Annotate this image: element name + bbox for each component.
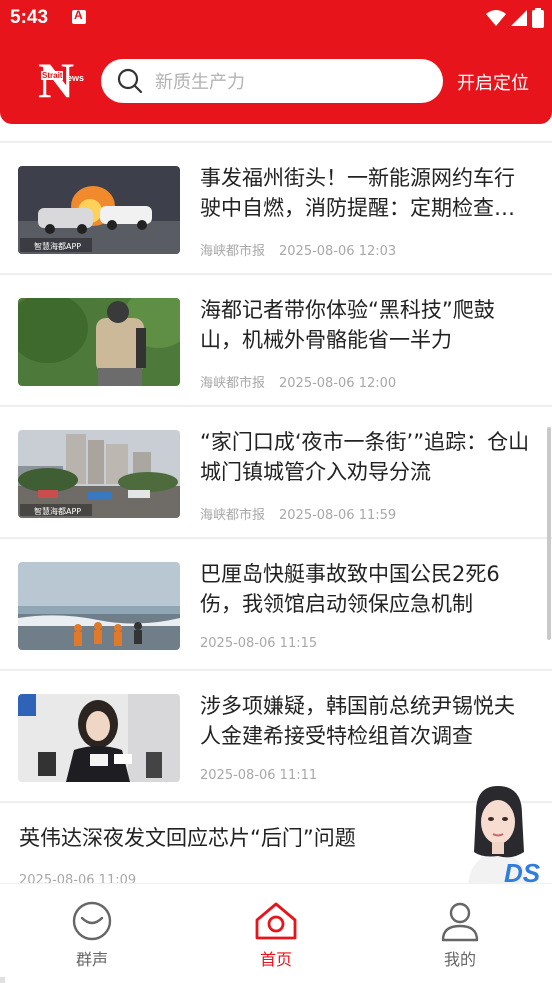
battery-icon: [532, 8, 544, 28]
news-title: 海都记者带你体验“黑科技”爬鼓山，机械外骨骼能省一半力: [200, 298, 495, 352]
user-icon: [441, 902, 479, 942]
scrollbar[interactable]: [547, 427, 551, 640]
news-meta: 海峡都市报 2025-08-06 12:03: [200, 240, 396, 259]
wifi-icon: [486, 10, 506, 26]
news-thumbnail: 智慧海都APP: [18, 166, 180, 254]
news-time: 2025-08-06 11:15: [200, 636, 318, 651]
news-item[interactable]: 海都记者带你体验“黑科技”爬鼓山，机械外骨骼能省一半力 海峡都市报 2025-08…: [0, 275, 552, 405]
chat-face-icon: [72, 901, 112, 941]
news-title: 巴厘岛快艇事故致中国公民2死6伤，我领馆启动领保应急机制: [200, 562, 500, 616]
news-thumbnail: 智慧海都APP: [18, 430, 180, 518]
nav-label: 首页: [259, 950, 292, 969]
news-time: 2025-08-06 12:03: [279, 244, 397, 259]
nav-label: 群声: [75, 950, 108, 969]
news-thumbnail: [18, 694, 180, 782]
news-list: 智慧海都APP 事发福州街头！一新能源网约车行驶中自燃，消防提醒：定期检查车辆 …: [0, 141, 552, 893]
assistant-badge: DS: [504, 858, 541, 886]
news-title: 英伟达深夜发文回应芯片“后门”问题: [19, 826, 356, 850]
enable-location-button[interactable]: 开启定位: [457, 69, 529, 95]
status-time: 5:43: [10, 7, 49, 28]
logo-strait-text: Strait: [41, 71, 64, 80]
news-item[interactable]: 巴厘岛快艇事故致中国公民2死6伤，我领馆启动领保应急机制 2025-08-06 …: [0, 539, 552, 669]
news-meta: 海峡都市报 2025-08-06 11:59: [200, 504, 396, 523]
bottom-nav: 群声 首页 我的: [0, 883, 552, 983]
news-source: 海峡都市报: [200, 376, 266, 391]
search-icon: [117, 68, 143, 94]
app-logo: N Strait ews: [38, 55, 90, 105]
ai-assistant-button[interactable]: DS: [446, 782, 550, 888]
news-meta: 2025-08-06 11:15: [200, 636, 317, 651]
news-title: “家门口成‘夜市一条街’”追踪：仓山城门镇城管介入劝导分流: [200, 430, 530, 484]
thumb-watermark: 智慧海都APP: [34, 241, 81, 251]
news-item[interactable]: 智慧海都APP “家门口成‘夜市一条街’”追踪：仓山城门镇城管介入劝导分流 海峡…: [0, 407, 552, 537]
news-source: 海峡都市报: [200, 508, 266, 523]
app-header: 5:43 N Strait ews 新质生产力 开启定位: [0, 0, 552, 124]
news-time: 2025-08-06 12:00: [279, 376, 397, 391]
assistant-avatar-icon: DS: [468, 786, 541, 888]
news-item[interactable]: 智慧海都APP 事发福州街头！一新能源网约车行驶中自燃，消防提醒：定期检查车辆 …: [0, 143, 552, 273]
nav-item-profile[interactable]: 我的: [368, 884, 552, 983]
news-source: 海峡都市报: [200, 244, 266, 259]
news-meta: 海峡都市报 2025-08-06 12:00: [200, 372, 396, 391]
nav-label: 我的: [443, 950, 476, 969]
news-thumbnail: [18, 298, 180, 386]
nav-item-home[interactable]: 首页: [184, 884, 368, 983]
signal-icon: [511, 10, 527, 26]
news-title: 事发福州街头！一新能源网约车行驶中自燃，消防提醒：定期检查车辆: [200, 166, 515, 220]
home-icon: [255, 902, 297, 940]
news-thumbnail: [18, 562, 180, 650]
nav-item-voices[interactable]: 群声: [0, 884, 184, 983]
news-title: 涉多项嫌疑，韩国前总统尹锡悦夫人金建希接受特检组首次调查: [200, 694, 515, 748]
news-meta: 2025-08-06 11:11: [200, 768, 317, 783]
search-placeholder: 新质生产力: [155, 72, 245, 93]
news-time: 2025-08-06 11:59: [279, 508, 397, 523]
notification-a-icon: [72, 8, 86, 24]
thumb-watermark: 智慧海都APP: [34, 506, 81, 516]
edge-indicator: [0, 977, 5, 983]
news-time: 2025-08-06 11:11: [200, 768, 318, 783]
search-input[interactable]: 新质生产力: [101, 59, 443, 103]
logo-ews-text: ews: [67, 73, 85, 83]
status-icons: [486, 8, 544, 28]
